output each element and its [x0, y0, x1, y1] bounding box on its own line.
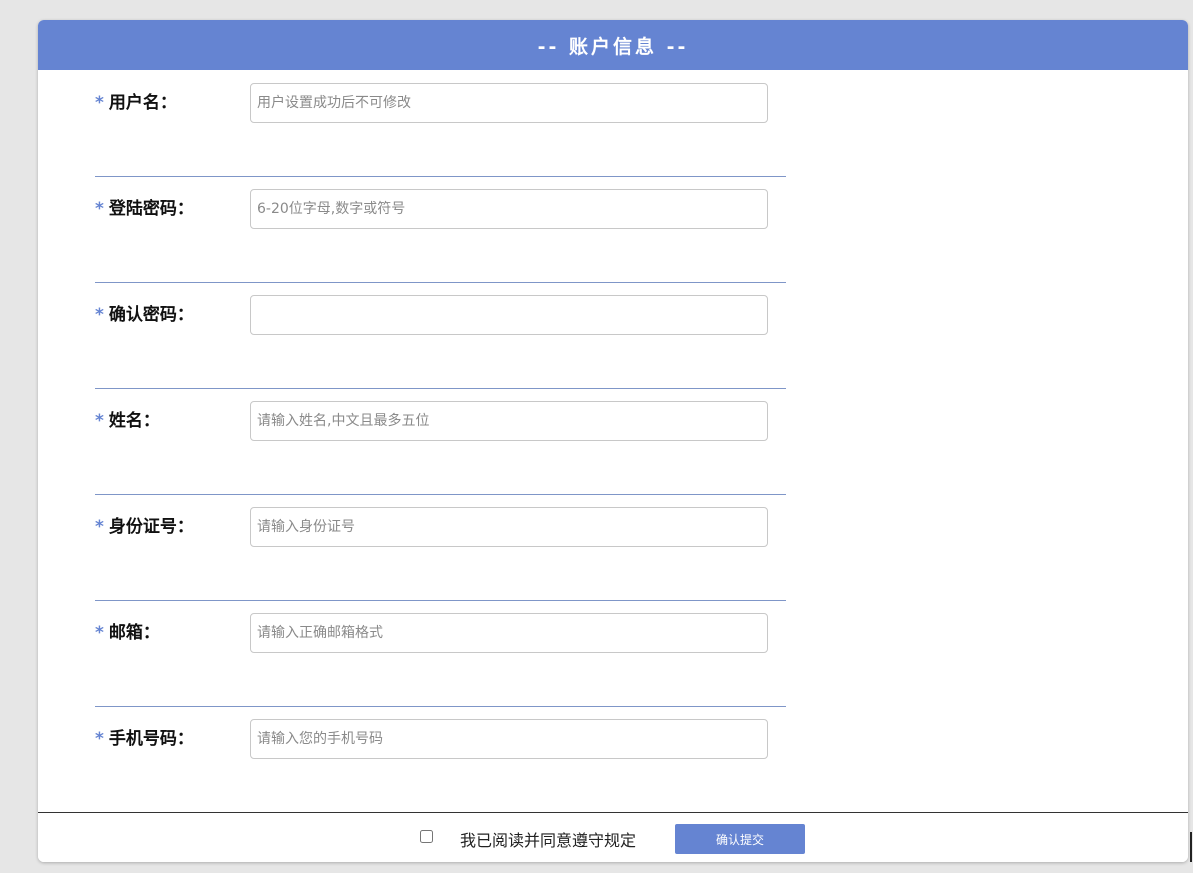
- phone-label-text: 手机号码：: [108, 729, 194, 749]
- password-label: * 登陆密码：: [95, 196, 194, 222]
- name-label-text: 姓名：: [108, 411, 160, 431]
- required-mark: *: [95, 305, 104, 325]
- confirm-password-input[interactable]: [250, 295, 768, 335]
- form-row-confirm-password: * 确认密码：: [95, 282, 786, 389]
- name-input[interactable]: [250, 401, 768, 441]
- required-mark: *: [95, 411, 104, 431]
- password-input[interactable]: [250, 189, 768, 229]
- form-row-password: * 登陆密码：: [95, 176, 786, 283]
- username-label-text: 用户名：: [108, 93, 177, 113]
- account-form-panel: -- 账户信息 -- *用户名： *登陆密码： *确认密码： *姓名： *身份证…: [38, 20, 1188, 862]
- required-mark: *: [95, 199, 104, 219]
- confirm-password-label-text: 确认密码：: [108, 305, 194, 325]
- id-number-label-text: 身份证号：: [108, 517, 194, 537]
- phone-label: * 手机号码：: [95, 726, 194, 752]
- form-row-username: * 用户名：: [95, 70, 786, 177]
- password-label-text: 登陆密码：: [108, 199, 194, 219]
- form-row-phone: * 手机号码：: [95, 706, 786, 813]
- name-label: * 姓名：: [95, 408, 160, 434]
- username-input[interactable]: [250, 83, 768, 123]
- agree-label: 我已阅读并同意遵守规定: [460, 831, 637, 850]
- agree-checkbox[interactable]: [420, 830, 433, 843]
- username-label: * 用户名：: [95, 90, 177, 116]
- panel-header: -- 账户信息 --: [38, 20, 1188, 70]
- required-mark: *: [95, 93, 104, 113]
- id-number-label: * 身份证号：: [95, 514, 194, 540]
- form-row-email: * 邮箱：: [95, 600, 786, 707]
- form-footer: 我已阅读并同意遵守规定 确认提交: [38, 812, 1188, 862]
- required-mark: *: [95, 729, 104, 749]
- email-label-text: 邮箱：: [108, 623, 160, 643]
- phone-input[interactable]: [250, 719, 768, 759]
- panel-title: -- 账户信息 --: [537, 35, 689, 58]
- form-row-name: * 姓名：: [95, 388, 786, 495]
- window-edge-divider: [1190, 832, 1192, 862]
- form-row-id-number: * 身份证号：: [95, 494, 786, 601]
- required-mark: *: [95, 623, 104, 643]
- email-label: * 邮箱：: [95, 620, 160, 646]
- email-input[interactable]: [250, 613, 768, 653]
- submit-button[interactable]: 确认提交: [675, 824, 805, 854]
- required-mark: *: [95, 517, 104, 537]
- id-number-input[interactable]: [250, 507, 768, 547]
- confirm-password-label: * 确认密码：: [95, 302, 194, 328]
